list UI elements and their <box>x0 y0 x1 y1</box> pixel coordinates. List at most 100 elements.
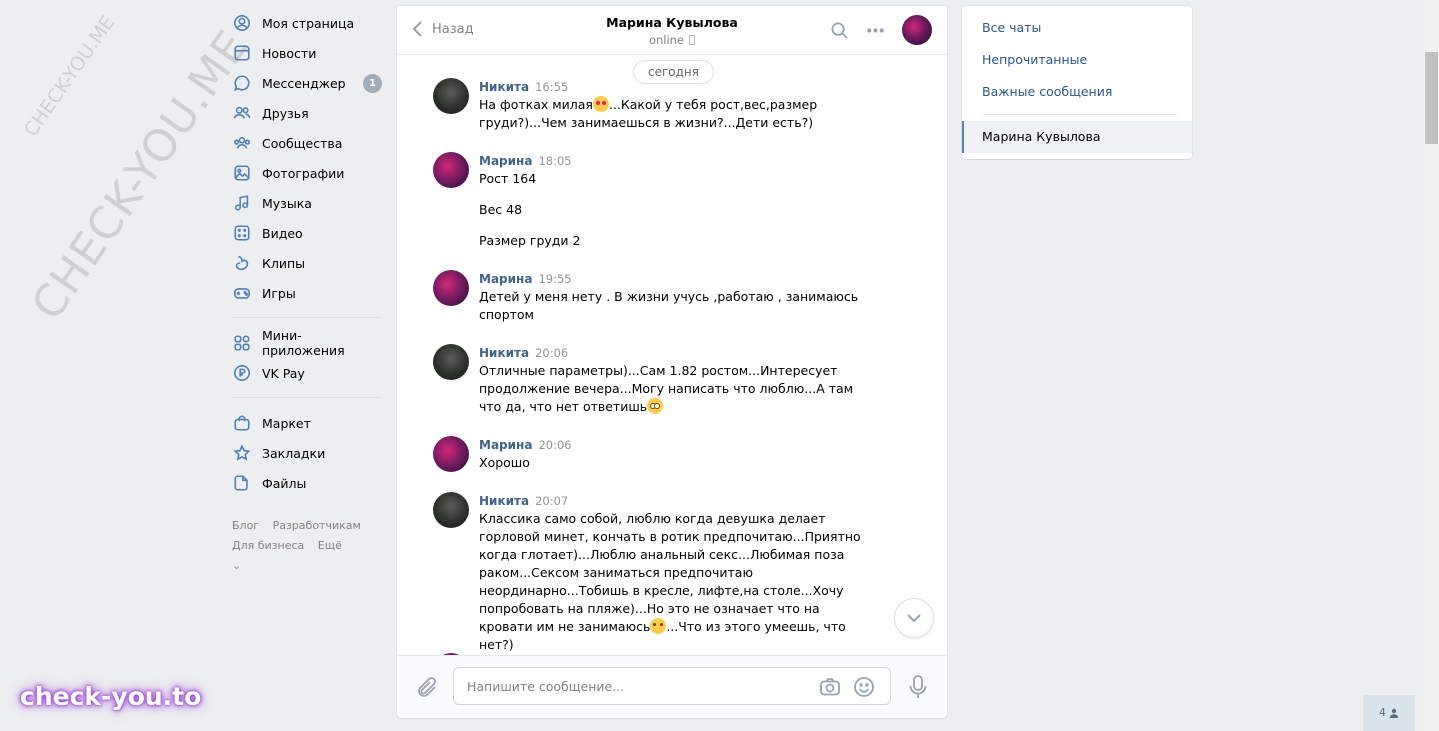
author-avatar[interactable] <box>433 270 469 306</box>
message-author[interactable]: Марина <box>479 438 532 452</box>
nav-games[interactable]: Игры <box>232 278 382 308</box>
message-text-part: На фотках милая <box>479 97 593 112</box>
footer-dev-link[interactable]: Разработчикам <box>273 519 361 532</box>
message-time: 20:07 <box>535 494 569 508</box>
more-icon[interactable] <box>866 21 885 40</box>
nav-mini-apps[interactable]: Мини-приложения <box>232 328 382 358</box>
nav-news[interactable]: Новости <box>232 38 382 68</box>
filter-important[interactable]: Важные сообщения <box>962 76 1192 108</box>
footer-blog-link[interactable]: Блог <box>232 519 259 532</box>
author-avatar[interactable] <box>433 152 469 188</box>
scroll-down-button[interactable] <box>894 598 934 638</box>
author-avatar[interactable] <box>433 78 469 114</box>
attach-button[interactable] <box>415 676 439 700</box>
message-text: Отличные параметры)...Сам 1.82 ростом...… <box>479 362 873 416</box>
message-time: 16:55 <box>535 80 569 94</box>
peer-status-text: online <box>648 33 685 47</box>
nav-music[interactable]: Музыка <box>232 188 382 218</box>
news-icon <box>232 43 252 63</box>
scrollbar-thumb[interactable] <box>1425 52 1438 144</box>
nav-photos[interactable]: Фотографии <box>232 158 382 188</box>
heart-eyes-emoji-icon <box>592 96 609 112</box>
message-item: Марина 20:06 Хорошо <box>433 436 873 472</box>
nav-footer: Блог Разработчикам Для бизнеса Ещё ⌄ <box>232 516 382 576</box>
watermark-large: CHECK-YOU.ME <box>22 21 259 330</box>
camera-icon[interactable] <box>819 676 841 698</box>
message-author[interactable]: Никита <box>479 80 529 94</box>
nav-divider <box>982 114 1178 115</box>
message-text: Рост 164 <box>479 171 537 186</box>
message-text: Детей у меня нету . В жизни учусь ,работ… <box>479 289 859 322</box>
message-time: 20:06 <box>538 438 572 452</box>
message-author[interactable]: Марина <box>479 272 532 286</box>
message-time: 19:55 <box>538 272 572 286</box>
nav-label: Игры <box>262 285 296 301</box>
message-history[interactable]: Никита 16:55 На фотках милая ...Какой у те… <box>397 61 947 657</box>
mobile-icon <box>689 35 696 45</box>
nav-label: Друзья <box>262 105 309 121</box>
filter-unread[interactable]: Непрочитанные <box>962 44 1192 76</box>
nav-label: Фотографии <box>262 165 345 181</box>
nav-label: Мини-приложения <box>262 328 345 358</box>
nav-clips[interactable]: Клипы <box>232 248 382 278</box>
market-icon <box>232 413 252 433</box>
user-circle-icon <box>232 13 252 33</box>
filter-all-chats[interactable]: Все чаты <box>962 12 1192 44</box>
flushed-emoji-icon <box>647 398 664 414</box>
active-chat-item[interactable]: Марина Кувылова <box>962 121 1192 153</box>
games-icon <box>232 283 252 303</box>
message-author[interactable]: Марина <box>479 154 532 168</box>
video-icon <box>232 223 252 243</box>
message-text: Вес 48 <box>479 202 523 217</box>
person-icon <box>1389 708 1399 718</box>
chevron-down-icon: ⌄ <box>232 559 242 572</box>
nav-label: Музыка <box>262 195 312 211</box>
message-author[interactable]: Никита <box>479 494 529 508</box>
files-icon <box>232 473 252 493</box>
photos-icon <box>232 163 252 183</box>
nav-files[interactable]: Файлы <box>232 468 382 498</box>
nav-label: Моя страница <box>262 15 355 31</box>
watermark-logo: check-you.to <box>20 682 202 711</box>
page-scrollbar[interactable] <box>1424 0 1439 731</box>
search-icon[interactable] <box>830 21 849 40</box>
smile-emoji-icon <box>650 618 667 634</box>
message-item: Марина 18:05 Рост 164 Вес 48 Размер груди… <box>433 152 873 250</box>
nav-label: Видео <box>262 225 303 241</box>
communities-icon <box>232 133 252 153</box>
clips-icon <box>232 253 252 273</box>
nav-vk-pay[interactable]: VK Pay <box>232 358 382 388</box>
message-text: На фотках милая ...Какой у тебя рост,вес,… <box>479 96 873 132</box>
nav-video[interactable]: Видео <box>232 218 382 248</box>
nav-label: Новости <box>262 45 317 61</box>
watermark-small: CHECK-YOU.ME <box>20 11 120 141</box>
nav-friends[interactable]: Друзья <box>232 98 382 128</box>
chat-header: Назад Марина Кувылова online <box>397 6 947 55</box>
nav-divider <box>232 317 382 318</box>
message-time: 18:05 <box>538 154 572 168</box>
footer-business-link[interactable]: Для бизнеса <box>232 539 304 552</box>
friends-icon <box>232 103 252 123</box>
message-text: Классика само собой, люблю когда девушка… <box>479 510 873 654</box>
voice-message-button[interactable] <box>907 674 929 700</box>
nav-messenger[interactable]: Мессенджер 1 <box>232 68 382 98</box>
author-avatar[interactable] <box>433 436 469 472</box>
emoji-icon[interactable] <box>853 676 875 698</box>
header-actions <box>830 21 885 40</box>
nav-bookmarks[interactable]: Закладки <box>232 438 382 468</box>
online-count: 4 <box>1379 707 1386 719</box>
nav-market[interactable]: Маркет <box>232 408 382 438</box>
bookmarks-icon <box>232 443 252 463</box>
message-item: Никита 20:06 Отличные параметры)...Сам 1.… <box>433 344 873 416</box>
online-friends-button[interactable]: 4 <box>1363 695 1415 731</box>
nav-communities[interactable]: Сообщества <box>232 128 382 158</box>
message-author[interactable]: Никита <box>479 346 529 360</box>
author-avatar[interactable] <box>433 344 469 380</box>
chat-panel: Назад Марина Кувылова online сегодня Ник… <box>397 6 947 718</box>
peer-avatar[interactable] <box>902 15 932 45</box>
nav-label: Маркет <box>262 415 311 431</box>
nav-label: Мессенджер <box>262 75 346 91</box>
author-avatar[interactable] <box>433 492 469 528</box>
nav-my-page[interactable]: Моя страница <box>232 8 382 38</box>
unread-badge: 1 <box>363 73 382 93</box>
